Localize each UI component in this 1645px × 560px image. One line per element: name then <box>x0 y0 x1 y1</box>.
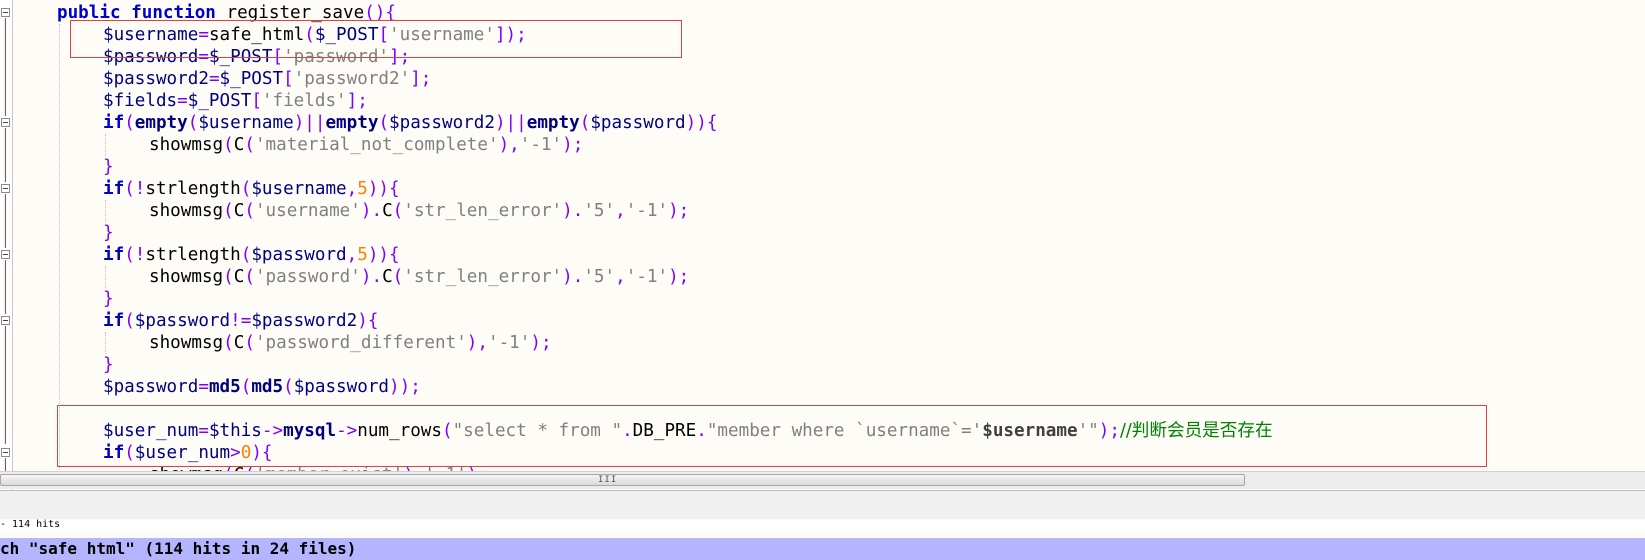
code-line: if(!strlength($password,5)){ <box>103 245 400 265</box>
code-line: if(empty($username)||empty($password2)||… <box>103 113 718 133</box>
code-line: $password=md5(md5($password)); <box>103 377 421 397</box>
search-results-header[interactable]: ch "safe html" (114 hits in 24 files) <box>0 538 1645 560</box>
code-line: } <box>103 355 114 375</box>
fold-toggle-icon[interactable] <box>1 8 10 17</box>
fold-line <box>5 260 6 314</box>
fold-toggle-icon[interactable] <box>1 118 10 127</box>
fold-toggle-icon[interactable] <box>1 316 10 325</box>
fold-line <box>5 128 6 182</box>
indent-guide <box>105 266 106 288</box>
code-line: } <box>103 157 114 177</box>
indent-guide <box>59 24 60 470</box>
code-line: showmsg(C('password_different'),'-1'); <box>149 333 552 353</box>
code-line: showmsg(C('material_not_complete'),'-1')… <box>149 135 584 155</box>
code-line: } <box>103 289 114 309</box>
code-line: $fields=$_POST['fields']; <box>103 91 368 111</box>
code-line: showmsg(C('password').C('str_len_error')… <box>149 267 690 287</box>
fold-toggle-icon[interactable] <box>1 184 10 193</box>
code-editor[interactable]: public function register_save(){ $userna… <box>0 0 1645 493</box>
highlight-box-username <box>70 20 682 58</box>
scrollbar-grip-icon: III <box>598 475 618 485</box>
highlight-box-user-num-query <box>57 405 1487 467</box>
scrollbar-thumb[interactable]: III <box>0 474 1245 486</box>
fold-line <box>5 18 6 116</box>
fold-toggle-icon[interactable] <box>1 448 10 457</box>
search-hits-label: - 114 hits <box>0 520 1645 531</box>
code-line: if(!strlength($username,5)){ <box>103 179 400 199</box>
fold-line <box>5 326 6 444</box>
fold-line <box>5 194 6 248</box>
indent-guide <box>105 134 106 156</box>
indent-guide <box>105 332 106 354</box>
fold-toggle-icon[interactable] <box>1 250 10 259</box>
fold-margin <box>0 0 13 493</box>
code-line: } <box>103 223 114 243</box>
code-line: if($password!=$password2){ <box>103 311 379 331</box>
code-line: showmsg(C('username').C('str_len_error')… <box>149 201 690 221</box>
fold-line <box>5 458 6 472</box>
code-line: $password2=$_POST['password2']; <box>103 69 432 89</box>
horizontal-scrollbar[interactable]: III <box>0 471 1645 489</box>
panel-splitter[interactable] <box>0 490 1645 519</box>
indent-guide <box>105 200 106 222</box>
